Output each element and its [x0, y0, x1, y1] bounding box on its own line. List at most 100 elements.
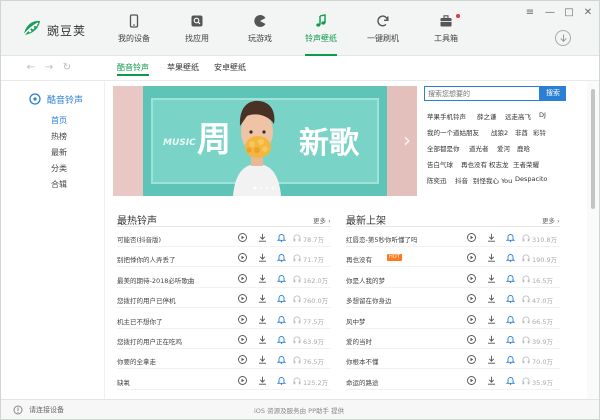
- hot-tag[interactable]: 陈奕迅: [427, 175, 447, 185]
- download-icon[interactable]: [258, 376, 267, 385]
- hot-tag[interactable]: DJ: [539, 111, 546, 119]
- song-row[interactable]: 可能否(抖音版) 78.7万: [117, 229, 331, 247]
- new-more-link[interactable]: 更多 ›: [542, 215, 560, 225]
- song-row[interactable]: 风中梦 66.5万: [346, 311, 560, 329]
- nav-my-device[interactable]: 我的设备: [104, 14, 164, 54]
- menu-button[interactable]: ≡: [523, 7, 537, 19]
- set-ringtone-bell-icon[interactable]: [506, 253, 515, 263]
- set-ringtone-bell-icon[interactable]: [506, 355, 515, 365]
- set-ringtone-bell-icon[interactable]: [277, 294, 286, 304]
- play-icon[interactable]: [467, 335, 476, 344]
- tab-apple-wallpapers[interactable]: 苹果壁纸: [167, 62, 199, 73]
- song-title[interactable]: 您拨打的用户正在吃鸡: [117, 336, 182, 346]
- sidebar-item-home[interactable]: 首页: [51, 115, 67, 126]
- set-ringtone-bell-icon[interactable]: [277, 355, 286, 365]
- song-title[interactable]: 您拨打的用户已停机: [117, 295, 176, 305]
- play-icon[interactable]: [238, 314, 247, 324]
- hot-tag[interactable]: 远走高飞: [505, 111, 531, 121]
- scrollbar-thumb[interactable]: [591, 89, 595, 209]
- vertical-scrollbar[interactable]: [587, 81, 599, 399]
- download-manager-button[interactable]: [555, 30, 571, 46]
- song-title[interactable]: 红唇恋-第5秒你听懂了吗: [346, 234, 417, 244]
- set-ringtone-bell-icon[interactable]: [506, 294, 515, 304]
- minimize-button[interactable]: —: [543, 7, 557, 19]
- set-ringtone-bell-icon[interactable]: [277, 253, 286, 263]
- nav-one-click-flash[interactable]: 一键刷机: [353, 14, 413, 54]
- download-icon[interactable]: [487, 233, 496, 242]
- song-row[interactable]: 缺氧 125.2万: [117, 372, 331, 390]
- play-icon[interactable]: [467, 375, 476, 385]
- hot-tag[interactable]: 全部都是你: [427, 143, 460, 153]
- play-icon[interactable]: [467, 273, 476, 283]
- sidebar-item-categories[interactable]: 分类: [51, 163, 67, 174]
- download-icon[interactable]: [487, 315, 496, 324]
- sidebar-item-collections[interactable]: 合辑: [51, 179, 67, 190]
- play-icon[interactable]: [238, 335, 247, 344]
- search-field[interactable]: [424, 86, 540, 101]
- song-title[interactable]: 风中梦: [346, 316, 366, 326]
- hot-tag[interactable]: 别怪我心 You: [473, 175, 512, 185]
- song-row[interactable]: 您拨打的用户已停机 760.0万: [117, 290, 331, 309]
- download-icon[interactable]: [487, 335, 496, 344]
- play-icon[interactable]: [238, 233, 247, 242]
- song-row[interactable]: 多想留在你身边 47.0万: [346, 290, 560, 309]
- set-ringtone-bell-icon[interactable]: [506, 315, 515, 324]
- set-ringtone-bell-icon[interactable]: [506, 335, 515, 344]
- play-icon[interactable]: [238, 253, 247, 263]
- close-button[interactable]: ✕: [581, 7, 595, 19]
- song-row[interactable]: 你要的全拿走 76.5万: [117, 351, 331, 370]
- song-title[interactable]: 机主已不想你了: [117, 316, 163, 326]
- song-row[interactable]: 您拨打的用户正在吃鸡 63.9万: [117, 331, 331, 349]
- download-icon[interactable]: [258, 233, 267, 242]
- song-row[interactable]: 别把悸你的人弄丢了 71.7万: [117, 249, 331, 268]
- set-ringtone-bell-icon[interactable]: [277, 233, 286, 242]
- play-icon[interactable]: [467, 294, 476, 304]
- song-row[interactable]: 红唇恋-第5秒你听懂了吗 310.8万: [346, 229, 560, 247]
- search-input[interactable]: [428, 88, 536, 99]
- song-title[interactable]: 最美的期待-2018必听歌曲: [117, 275, 194, 285]
- hot-tag[interactable]: 再也没有: [461, 159, 487, 169]
- song-title[interactable]: 你根本不懂: [346, 356, 379, 366]
- download-icon[interactable]: [258, 315, 267, 324]
- song-title[interactable]: 命运的路途: [346, 377, 379, 387]
- song-row[interactable]: 最美的期待-2018必听歌曲 162.0万: [117, 270, 331, 288]
- reload-icon[interactable]: ↻: [61, 62, 73, 74]
- download-icon[interactable]: [258, 294, 267, 303]
- hot-tag[interactable]: 鹿晗: [517, 143, 530, 153]
- set-ringtone-bell-icon[interactable]: [506, 233, 515, 242]
- hot-tag[interactable]: 苹果手机铃声: [427, 111, 466, 121]
- song-row[interactable]: 命运的路途 35.9万: [346, 372, 560, 390]
- set-ringtone-bell-icon[interactable]: [506, 376, 515, 385]
- hot-tag[interactable]: 爱河: [497, 143, 510, 153]
- play-icon[interactable]: [467, 253, 476, 263]
- hot-tag[interactable]: 薛之谦: [477, 111, 497, 121]
- carousel-dots[interactable]: [253, 186, 277, 190]
- play-icon[interactable]: [467, 314, 476, 324]
- forward-arrow-icon[interactable]: →: [43, 62, 55, 74]
- hot-tag[interactable]: 非酋: [515, 127, 528, 137]
- set-ringtone-bell-icon[interactable]: [277, 376, 286, 385]
- download-icon[interactable]: [258, 274, 267, 283]
- song-title[interactable]: 缺氧: [117, 377, 130, 387]
- play-icon[interactable]: [238, 355, 247, 365]
- play-icon[interactable]: [238, 294, 247, 304]
- hot-tag[interactable]: 王者荣耀: [513, 159, 539, 169]
- play-icon[interactable]: [467, 233, 476, 242]
- sidebar-item-hot-list[interactable]: 热榜: [51, 131, 67, 142]
- hot-tag[interactable]: Despacito: [515, 175, 547, 183]
- song-row[interactable]: 你是人我的梦 16.5万: [346, 270, 560, 288]
- download-icon[interactable]: [487, 294, 496, 303]
- song-title[interactable]: 可能否(抖音版): [117, 234, 161, 244]
- download-icon[interactable]: [258, 253, 267, 263]
- song-title[interactable]: 爱的当时: [346, 336, 372, 346]
- hot-tag[interactable]: 彩铃: [533, 127, 546, 137]
- hot-more-link[interactable]: 更多 ›: [313, 215, 331, 225]
- set-ringtone-bell-icon[interactable]: [277, 274, 286, 283]
- nav-ringtones-wallpapers[interactable]: 铃声壁纸: [291, 14, 351, 56]
- song-title[interactable]: 多想留在你身边: [346, 295, 392, 305]
- play-icon[interactable]: [238, 273, 247, 283]
- sidebar-item-latest[interactable]: 最新: [51, 147, 67, 158]
- play-icon[interactable]: [238, 375, 247, 385]
- song-title[interactable]: 别把悸你的人弄丢了: [117, 254, 176, 264]
- play-icon[interactable]: [467, 355, 476, 365]
